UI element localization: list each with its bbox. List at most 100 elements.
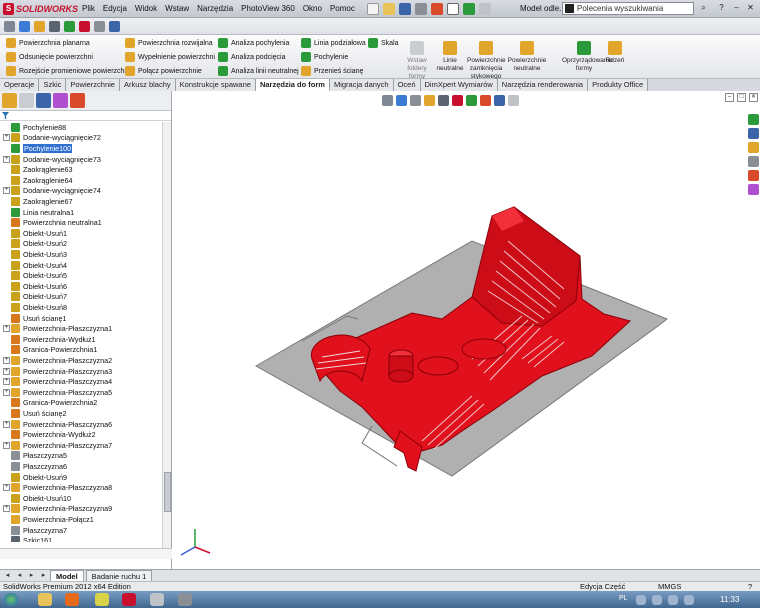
tree-node[interactable]: + Dodanie-wyciągnięcie72 bbox=[3, 133, 101, 144]
tree-node[interactable]: Obiekt-Usuń7 bbox=[3, 292, 67, 303]
tree-node[interactable]: Obiekt-Usuń8 bbox=[3, 302, 67, 313]
tooling-split-button[interactable]: Oprzyrządowanie formy bbox=[562, 41, 613, 73]
section-view-icon[interactable] bbox=[34, 20, 45, 32]
radiate-surface-button[interactable]: Rozejście promieniowe powierzchni bbox=[6, 66, 130, 76]
tab-sheet-metal[interactable]: Arkusz blachy bbox=[119, 79, 176, 91]
tab-scroll-next-icon[interactable]: ▸ bbox=[27, 571, 36, 580]
tray-volume-icon[interactable] bbox=[652, 595, 662, 605]
dimxpert-manager-tab-icon[interactable] bbox=[53, 93, 68, 108]
menu-help[interactable]: Pomoc bbox=[326, 4, 359, 13]
tree-node[interactable]: Powierzchnia-Połącz1 bbox=[3, 514, 94, 525]
tab-evaluate[interactable]: Oceń bbox=[393, 79, 421, 91]
tree-node[interactable]: Obiekt-Usuń2 bbox=[3, 239, 67, 250]
tab-sketch[interactable]: Szkic bbox=[39, 79, 67, 91]
tree-node[interactable]: Powierzchnia neutralna1 bbox=[3, 217, 102, 228]
model-tower[interactable] bbox=[471, 206, 581, 327]
tree-node[interactable]: Usuń ścianę1 bbox=[3, 313, 67, 324]
expand-icon[interactable]: + bbox=[3, 420, 10, 428]
tree-node[interactable]: Obiekt-Usuń4 bbox=[3, 260, 67, 271]
tree-node[interactable]: + Powierzchnia-Płaszczyzna2 bbox=[3, 355, 112, 366]
tree-node[interactable]: + Powierzchnia-Płaszczyzna1 bbox=[3, 323, 112, 334]
tree-node[interactable]: Pochylenie88 bbox=[3, 122, 66, 133]
solidworks-logo[interactable]: S SOLIDWORKS bbox=[0, 2, 78, 15]
firefox-taskbar-icon[interactable] bbox=[65, 593, 79, 606]
split-line-button[interactable]: Linia podziałowa bbox=[301, 38, 366, 48]
tree-node[interactable]: Obiekt-Usuń1 bbox=[3, 228, 67, 239]
tree-node[interactable]: + Dodanie-wyciągnięcie73 bbox=[3, 154, 101, 165]
scene-icon[interactable] bbox=[94, 20, 105, 32]
solidworks-taskbar-icon[interactable] bbox=[122, 593, 136, 606]
scale-button[interactable]: Skala bbox=[368, 38, 399, 48]
rebuild-icon[interactable] bbox=[462, 2, 475, 15]
feature-tree-tab-icon[interactable] bbox=[2, 93, 17, 108]
tree-node[interactable]: Powierzchnia-Wydłuż2 bbox=[3, 429, 96, 440]
tree-node[interactable]: Powierzchnia-Wydłuż1 bbox=[3, 334, 96, 345]
expand-icon[interactable]: + bbox=[3, 155, 10, 163]
tab-dimxpert[interactable]: DimXpert Wymiarów bbox=[420, 79, 498, 91]
search-commands-input[interactable]: Polecenia wyszukiwania bbox=[562, 2, 694, 15]
appearance-icon[interactable] bbox=[79, 20, 90, 32]
round-pad[interactable] bbox=[461, 338, 507, 360]
draft-button[interactable]: Pochylenie bbox=[301, 52, 348, 62]
expand-icon[interactable]: + bbox=[3, 378, 10, 386]
app2-taskbar-icon[interactable] bbox=[178, 593, 192, 606]
tab-scroll-last-icon[interactable]: ▸ bbox=[39, 571, 48, 580]
tab-features[interactable]: Operacje bbox=[0, 79, 40, 91]
expand-icon[interactable]: + bbox=[3, 187, 10, 195]
tab-motion-study[interactable]: Badanie ruchu 1 bbox=[85, 569, 153, 582]
tray-flag-icon[interactable] bbox=[668, 595, 678, 605]
tree-node[interactable]: Zaokrąglenie67 bbox=[3, 196, 73, 207]
tree-node[interactable]: Granica-Powierzchnia1 bbox=[3, 345, 97, 356]
ruled-surface-button[interactable]: Powierzchnia rozwijalna bbox=[125, 38, 213, 48]
zoom-fit-icon[interactable] bbox=[19, 20, 30, 32]
undercut-analysis-button[interactable]: Analiza podcięcia bbox=[218, 52, 285, 62]
graphics-area[interactable]: – □ ✕ bbox=[172, 91, 760, 569]
undo-icon[interactable] bbox=[430, 2, 443, 15]
expand-icon[interactable]: + bbox=[3, 325, 10, 333]
parting-lines-button[interactable]: Linie neutralne bbox=[434, 41, 466, 73]
tree-node[interactable]: Obiekt-Usuń6 bbox=[3, 281, 67, 292]
expand-icon[interactable]: + bbox=[3, 484, 10, 492]
display-style-icon[interactable] bbox=[49, 20, 60, 32]
explorer-taskbar-icon[interactable] bbox=[38, 593, 52, 606]
feature-tree-scrollbar[interactable] bbox=[162, 122, 171, 552]
tree-node[interactable]: + Powierzchnia-Płaszczyzna4 bbox=[3, 376, 112, 387]
status-help-icon[interactable]: ? bbox=[748, 582, 752, 591]
tab-weldments[interactable]: Konstrukcje spawane bbox=[175, 79, 256, 91]
tree-node[interactable]: Zaokrąglenie63 bbox=[3, 164, 73, 175]
expand-icon[interactable]: + bbox=[3, 505, 10, 513]
configuration-manager-tab-icon[interactable] bbox=[36, 93, 51, 108]
tab-surfaces[interactable]: Powierzchnie bbox=[66, 79, 120, 91]
expand-icon[interactable]: + bbox=[3, 356, 10, 364]
tree-node[interactable]: + Powierzchnia-Płaszczyzna7 bbox=[3, 440, 112, 451]
hide-show-icon[interactable] bbox=[64, 20, 75, 32]
clock[interactable]: 11:33 bbox=[720, 595, 739, 604]
tab-render-tools[interactable]: Narzędzia renderowania bbox=[497, 79, 589, 91]
round-pad-2[interactable] bbox=[417, 356, 459, 376]
tab-office-products[interactable]: Produkty Office bbox=[588, 79, 649, 91]
model-view[interactable] bbox=[172, 91, 760, 569]
offset-surface-button[interactable]: Odsunięcie powierzchni bbox=[6, 52, 93, 62]
expand-icon[interactable]: + bbox=[3, 134, 10, 142]
tab-scroll-prev-icon[interactable]: ◂ bbox=[15, 571, 24, 580]
tree-node[interactable]: + Powierzchnia-Płaszczyzna8 bbox=[3, 482, 112, 493]
tree-node[interactable]: + Powierzchnia-Płaszczyzna6 bbox=[3, 419, 112, 430]
feature-manager-hscroll[interactable] bbox=[0, 548, 172, 559]
view-settings-icon[interactable] bbox=[109, 20, 120, 32]
open-folder-icon[interactable] bbox=[382, 2, 395, 15]
property-manager-tab-icon[interactable] bbox=[19, 93, 34, 108]
tab-scroll-first-icon[interactable]: ◂ bbox=[3, 571, 12, 580]
tab-data-migration[interactable]: Migracja danych bbox=[329, 79, 394, 91]
new-document-icon[interactable] bbox=[366, 2, 379, 15]
menu-edit[interactable]: Edycja bbox=[99, 4, 131, 13]
tree-node[interactable]: Zaokrąglenie64 bbox=[3, 175, 73, 186]
tree-node[interactable]: Płaszczyzna6 bbox=[3, 461, 67, 472]
tree-node[interactable]: Pochylenie100 bbox=[3, 143, 73, 154]
scrollbar-thumb[interactable] bbox=[164, 472, 171, 512]
tree-node[interactable]: Linia neutralna1 bbox=[3, 207, 74, 218]
tray-battery-icon[interactable] bbox=[684, 595, 694, 605]
knit-surface-button[interactable]: Połącz powierzchnie bbox=[125, 66, 202, 76]
language-indicator[interactable]: PL bbox=[619, 595, 628, 602]
tree-node[interactable]: + Dodanie-wyciągnięcie74 bbox=[3, 186, 101, 197]
parting-surfaces-button[interactable]: Powierzchnie neutralne bbox=[507, 41, 547, 73]
